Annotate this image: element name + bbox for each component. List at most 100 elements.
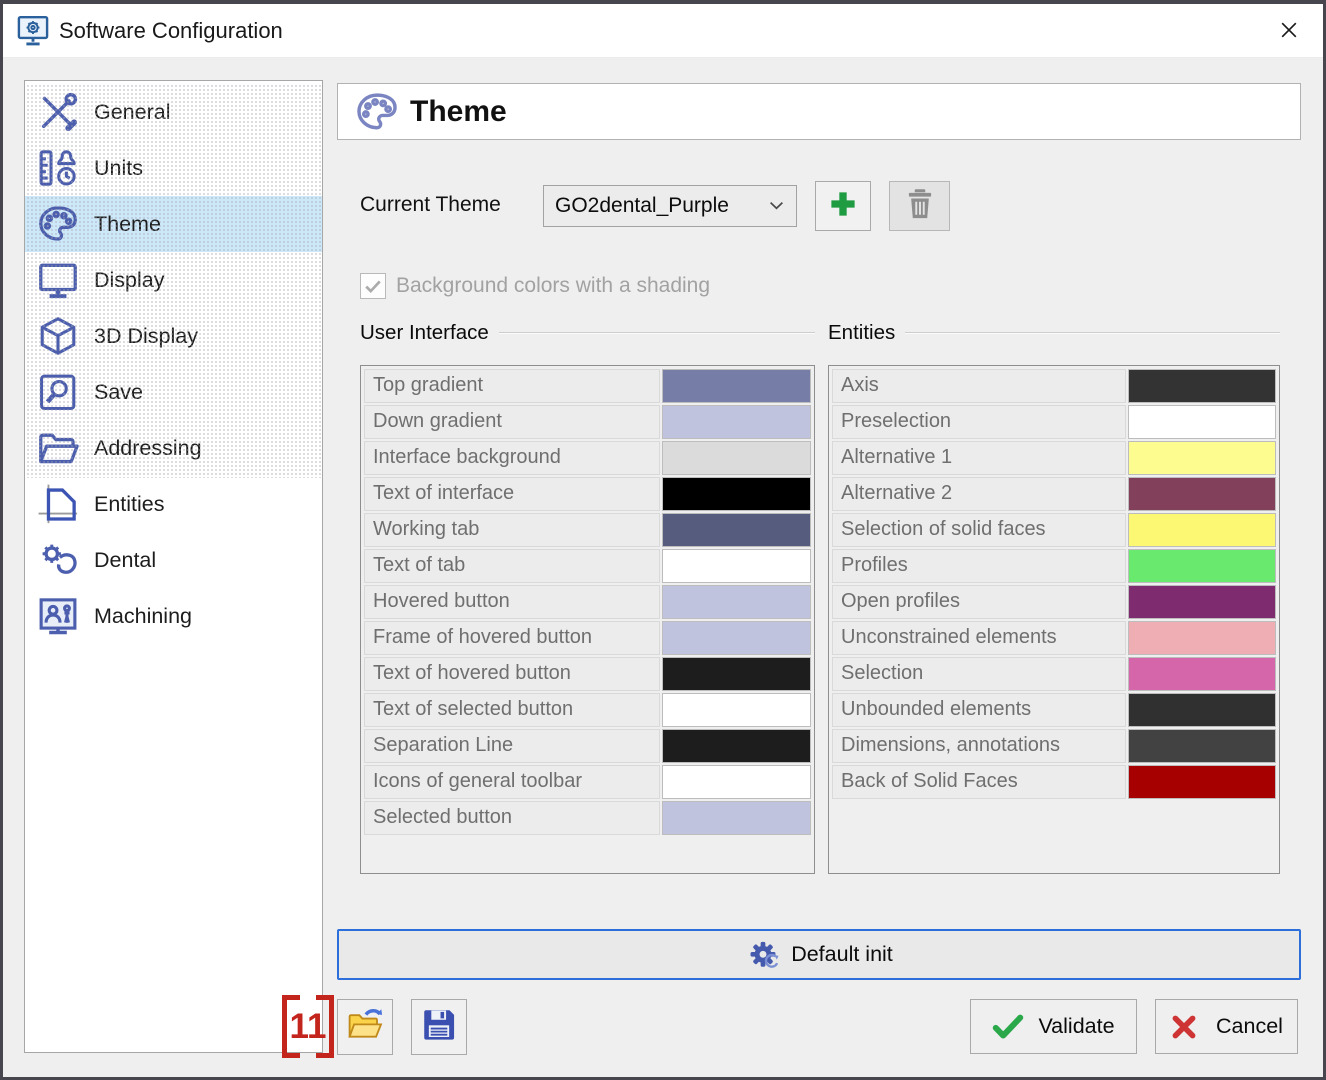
color-swatch[interactable] [662,765,811,799]
shading-checkbox[interactable] [360,273,386,299]
color-row[interactable]: Text of tab [364,549,811,583]
color-row-label: Unbounded elements [832,693,1126,727]
default-init-button[interactable]: Default init [337,929,1301,980]
color-swatch[interactable] [1128,585,1276,619]
color-swatch[interactable] [1128,441,1276,475]
close-button[interactable] [1267,12,1311,52]
color-row[interactable]: Down gradient [364,405,811,439]
user-interface-color-table: Top gradient Down gradient Interface bac… [360,365,815,874]
color-swatch[interactable] [662,477,811,511]
group-divider-line [499,332,815,334]
sidebar-item-entities[interactable]: Entities [25,476,322,532]
color-row[interactable]: Axis [832,369,1276,403]
sidebar-item-label: Addressing [94,436,202,461]
sidebar-item-addressing[interactable]: Addressing [25,420,322,476]
window-title: Software Configuration [59,4,283,58]
sidebar-item-label: Machining [94,604,192,629]
color-row[interactable]: Top gradient [364,369,811,403]
color-swatch[interactable] [1128,657,1276,691]
sidebar-item-display[interactable]: Display [25,252,322,308]
color-row[interactable]: Preselection [832,405,1276,439]
check-icon [992,1012,1026,1042]
add-theme-button[interactable] [815,181,871,231]
sidebar-item-3d-display[interactable]: 3D Display [25,308,322,364]
color-row[interactable]: Working tab [364,513,811,547]
color-swatch[interactable] [1128,369,1276,403]
color-swatch[interactable] [1128,729,1276,763]
color-row[interactable]: Text of hovered button [364,657,811,691]
color-row[interactable]: Alternative 1 [832,441,1276,475]
folder-open-icon [34,424,82,472]
color-row[interactable]: Frame of hovered button [364,621,811,655]
sidebar-item-dental[interactable]: Dental [25,532,322,588]
sidebar-item-units[interactable]: Units [25,140,322,196]
color-swatch[interactable] [662,369,811,403]
current-theme-label: Current Theme [360,193,501,217]
color-row-label: Alternative 2 [832,477,1126,511]
sidebar-item-label: Entities [94,492,165,517]
color-row-label: Icons of general toolbar [364,765,660,799]
color-row[interactable]: Selection [832,657,1276,691]
color-swatch[interactable] [662,657,811,691]
delete-theme-button[interactable] [889,181,950,231]
shading-checkbox-row: Background colors with a shading [360,272,710,300]
cancel-button[interactable]: Cancel [1155,999,1298,1054]
color-row[interactable]: Open profiles [832,585,1276,619]
plus-icon [826,187,860,226]
sidebar-item-theme[interactable]: Theme [25,196,322,252]
theme-select[interactable]: GO2dental_Purple [543,185,797,227]
color-swatch[interactable] [662,729,811,763]
color-row[interactable]: Interface background [364,441,811,475]
color-swatch[interactable] [1128,693,1276,727]
software-configuration-window: Software Configuration General Units The… [0,0,1326,1080]
color-row[interactable]: Text of selected button [364,693,811,727]
color-row[interactable]: Unconstrained elements [832,621,1276,655]
validate-button[interactable]: Validate [970,999,1137,1054]
color-row[interactable]: Hovered button [364,585,811,619]
color-row[interactable]: Text of interface [364,477,811,511]
color-row-label: Selection [832,657,1126,691]
color-row[interactable]: Selected button [364,801,811,835]
page-title-box: Theme [337,83,1301,140]
gear-refresh-icon [745,938,781,972]
close-icon [1277,18,1301,47]
color-swatch[interactable] [1128,477,1276,511]
color-row[interactable]: Profiles [832,549,1276,583]
color-swatch[interactable] [662,585,811,619]
tools-icon [34,88,82,136]
color-swatch[interactable] [1128,621,1276,655]
color-row[interactable]: Icons of general toolbar [364,765,811,799]
group-title: User Interface [360,321,489,345]
color-row[interactable]: Back of Solid Faces [832,765,1276,799]
trash-icon [902,185,938,228]
color-row-label: Text of tab [364,549,660,583]
color-row[interactable]: Separation Line [364,729,811,763]
open-theme-file-button[interactable] [337,999,393,1055]
color-row-label: Working tab [364,513,660,547]
color-swatch[interactable] [662,621,811,655]
color-swatch[interactable] [662,693,811,727]
sidebar-item-save[interactable]: Save [25,364,322,420]
color-row-label: Alternative 1 [832,441,1126,475]
save-theme-file-button[interactable] [411,999,467,1055]
color-row-label: Interface background [364,441,660,475]
color-swatch[interactable] [1128,513,1276,547]
color-row[interactable]: Dimensions, annotations [832,729,1276,763]
color-row[interactable]: Selection of solid faces [832,513,1276,547]
color-row[interactable]: Alternative 2 [832,477,1276,511]
color-row-label: Separation Line [364,729,660,763]
sidebar-item-label: 3D Display [94,324,198,349]
sidebar-item-machining[interactable]: Machining [25,588,322,644]
entities-color-table: Axis Preselection Alternative 1 Alternat… [828,365,1280,874]
color-swatch[interactable] [1128,549,1276,583]
color-swatch[interactable] [1128,405,1276,439]
color-row[interactable]: Unbounded elements [832,693,1276,727]
color-swatch[interactable] [662,801,811,835]
color-swatch[interactable] [1128,765,1276,799]
color-swatch[interactable] [662,549,811,583]
color-swatch[interactable] [662,405,811,439]
color-row-label: Back of Solid Faces [832,765,1126,799]
color-swatch[interactable] [662,441,811,475]
color-swatch[interactable] [662,513,811,547]
sidebar-item-general[interactable]: General [25,84,322,140]
